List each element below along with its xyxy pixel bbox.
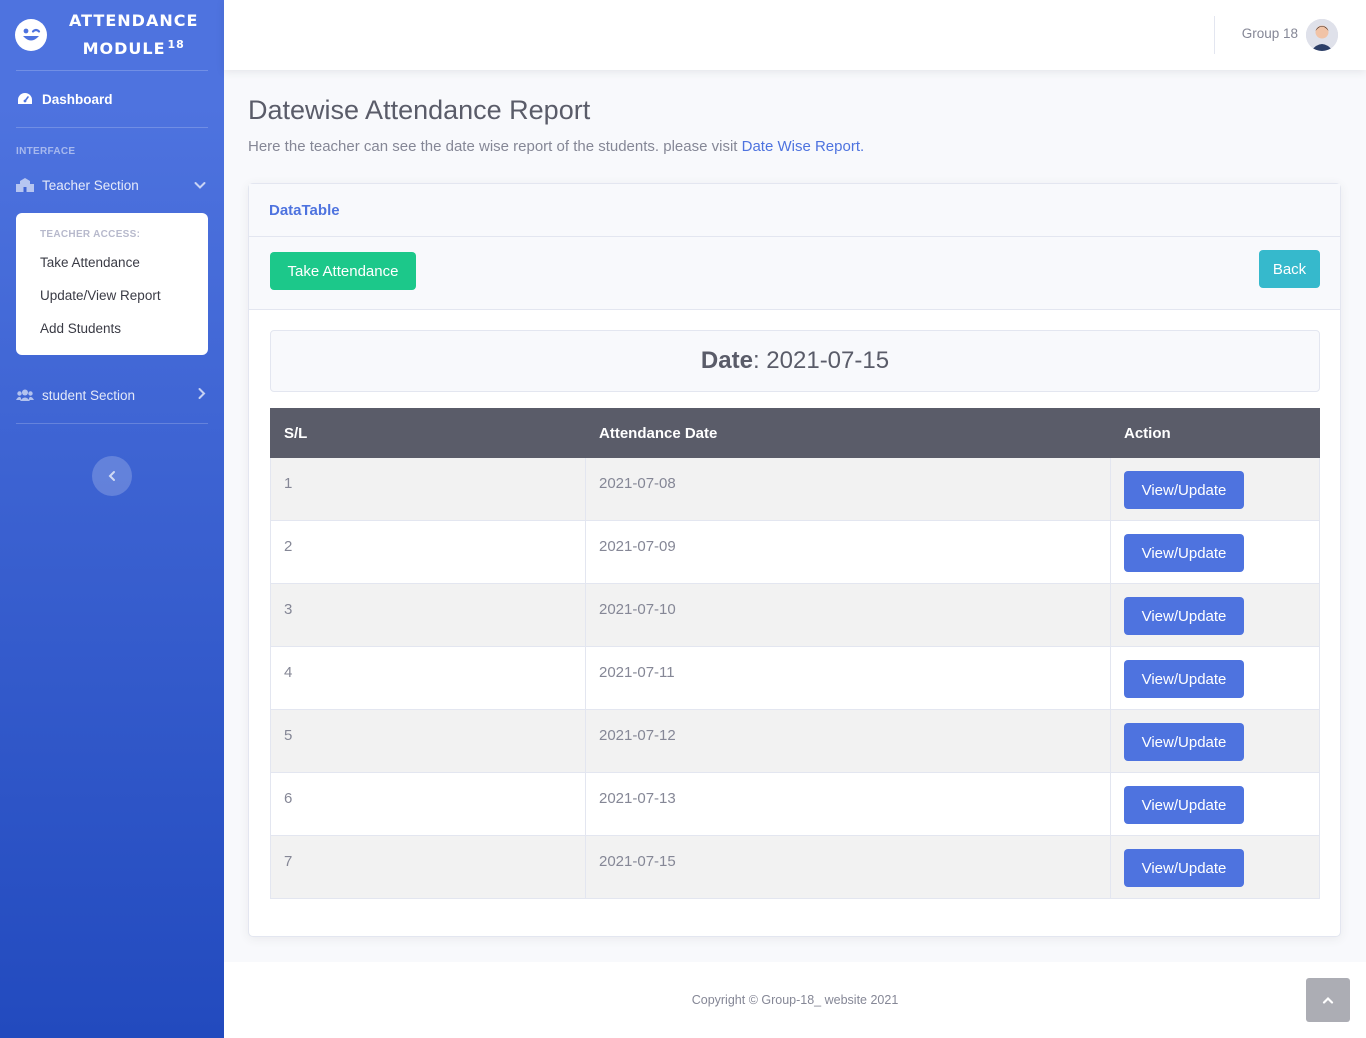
date-separator: : bbox=[752, 347, 767, 374]
chevron-down-icon bbox=[194, 178, 206, 193]
cell-date: 2021-07-08 bbox=[585, 457, 1111, 521]
sidebar-item-dashboard[interactable]: Dashboard bbox=[0, 71, 224, 127]
sidebar-heading: INTERFACE bbox=[16, 146, 76, 157]
brand-line-1: ATTENDANCE bbox=[69, 11, 199, 30]
date-wise-report-link[interactable]: Date Wise Report bbox=[742, 138, 860, 155]
cell-date: 2021-07-13 bbox=[585, 772, 1111, 836]
view-update-button[interactable]: View/Update bbox=[1124, 723, 1244, 761]
page-description-text: Here the teacher can see the date wise r… bbox=[248, 138, 742, 155]
cell-action: View/Update bbox=[1110, 835, 1320, 899]
topbar-divider bbox=[1214, 16, 1215, 54]
brand-title: ATTENDANCE MODULE 18 bbox=[69, 9, 198, 61]
sidebar-divider bbox=[16, 423, 208, 424]
brand-line-2: MODULE bbox=[82, 39, 166, 58]
date-display: Date: 2021-07-15 bbox=[270, 330, 1320, 392]
view-update-button[interactable]: View/Update bbox=[1124, 660, 1244, 698]
cell-date: 2021-07-10 bbox=[585, 583, 1111, 647]
view-update-button[interactable]: View/Update bbox=[1124, 849, 1244, 887]
datatable-card: DataTable Take Attendance Back Date: 202… bbox=[248, 183, 1341, 937]
view-update-button[interactable]: View/Update bbox=[1124, 786, 1244, 824]
cell-action: View/Update bbox=[1110, 709, 1320, 773]
table-row: 4 2021-07-11 View/Update bbox=[270, 646, 1320, 710]
sidebar-item-student-section[interactable]: student Section bbox=[0, 367, 224, 423]
sidebar-brand[interactable]: ATTENDANCE MODULE 18 bbox=[0, 0, 224, 70]
table-row: 1 2021-07-08 View/Update bbox=[270, 457, 1320, 521]
cell-action: View/Update bbox=[1110, 520, 1320, 584]
teacher-collapse-menu: TEACHER ACCESS: Take Attendance Update/V… bbox=[16, 213, 208, 355]
cell-action: View/Update bbox=[1110, 772, 1320, 836]
page-description-end: . bbox=[860, 138, 865, 155]
sidebar-item-label: Teacher Section bbox=[42, 177, 139, 193]
page-title: Datewise Attendance Report bbox=[248, 95, 591, 125]
collapse-item-update-view-report[interactable]: Update/View Report bbox=[16, 279, 208, 312]
column-header-action[interactable]: Action bbox=[1110, 408, 1320, 458]
main-content: Datewise Attendance Report Here the teac… bbox=[248, 70, 1342, 937]
back-button[interactable]: Back bbox=[1259, 250, 1320, 288]
sidebar-item-label: student Section bbox=[42, 387, 136, 403]
cell-date: 2021-07-15 bbox=[585, 835, 1111, 899]
collapse-item-take-attendance[interactable]: Take Attendance bbox=[16, 246, 208, 279]
footer: Copyright © Group-18_ website 2021 bbox=[224, 962, 1366, 1038]
user-name[interactable]: Group 18 bbox=[1242, 26, 1298, 41]
card-header: DataTable bbox=[249, 184, 1340, 237]
column-header-attendance-date[interactable]: Attendance Date bbox=[585, 408, 1111, 458]
brand-superscript: 18 bbox=[167, 38, 185, 51]
cell-sl: 1 bbox=[270, 457, 586, 521]
cell-action: View/Update bbox=[1110, 646, 1320, 710]
cell-sl: 7 bbox=[270, 835, 586, 899]
sidebar: ATTENDANCE MODULE 18 Dashboard INTERFACE … bbox=[0, 0, 224, 1038]
cell-sl: 2 bbox=[270, 520, 586, 584]
cell-date: 2021-07-12 bbox=[585, 709, 1111, 773]
attendance-table: S/L Attendance Date Action 1 2021-07-08 … bbox=[270, 408, 1320, 899]
card-actions-bar: Take Attendance Back bbox=[249, 237, 1340, 310]
chevron-left-icon bbox=[108, 471, 115, 481]
sidebar-item-label: Dashboard bbox=[42, 91, 113, 107]
view-update-button[interactable]: View/Update bbox=[1124, 597, 1244, 635]
cell-date: 2021-07-11 bbox=[585, 646, 1111, 710]
chevron-up-icon bbox=[1322, 996, 1334, 1004]
cell-sl: 6 bbox=[270, 772, 586, 836]
table-header-row: S/L Attendance Date Action bbox=[270, 408, 1320, 458]
view-update-button[interactable]: View/Update bbox=[1124, 534, 1244, 572]
date-value: 2021-07-15 bbox=[766, 347, 890, 374]
copyright-text: Copyright © Group-18_ website 2021 bbox=[691, 993, 899, 1007]
view-update-button[interactable]: View/Update bbox=[1124, 471, 1244, 509]
table-row: 7 2021-07-15 View/Update bbox=[270, 835, 1320, 899]
scroll-to-top-button[interactable] bbox=[1306, 978, 1350, 1022]
sidebar-toggle-button[interactable] bbox=[92, 456, 132, 496]
sidebar-item-teacher-section[interactable]: Teacher Section bbox=[0, 163, 224, 207]
cell-action: View/Update bbox=[1110, 583, 1320, 647]
cell-action: View/Update bbox=[1110, 457, 1320, 521]
take-attendance-button[interactable]: Take Attendance bbox=[270, 252, 416, 290]
school-icon bbox=[16, 178, 34, 192]
collapse-item-add-students[interactable]: Add Students bbox=[16, 312, 208, 345]
cell-date: 2021-07-09 bbox=[585, 520, 1111, 584]
date-label: Date bbox=[700, 347, 753, 374]
table-row: 2 2021-07-09 View/Update bbox=[270, 520, 1320, 584]
avatar[interactable] bbox=[1306, 19, 1338, 51]
cell-sl: 3 bbox=[270, 583, 586, 647]
laugh-wink-icon bbox=[15, 19, 47, 51]
users-icon bbox=[16, 389, 34, 401]
topbar: Group 18 bbox=[224, 0, 1366, 70]
table-row: 3 2021-07-10 View/Update bbox=[270, 583, 1320, 647]
collapse-header: TEACHER ACCESS: bbox=[40, 229, 141, 240]
tachometer-icon bbox=[16, 92, 34, 106]
table-row: 5 2021-07-12 View/Update bbox=[270, 709, 1320, 773]
chevron-right-icon bbox=[198, 388, 206, 403]
page-description: Here the teacher can see the date wise r… bbox=[248, 138, 1342, 155]
table-row: 6 2021-07-13 View/Update bbox=[270, 772, 1320, 836]
cell-sl: 5 bbox=[270, 709, 586, 773]
column-header-sl[interactable]: S/L bbox=[270, 408, 586, 458]
cell-sl: 4 bbox=[270, 646, 586, 710]
